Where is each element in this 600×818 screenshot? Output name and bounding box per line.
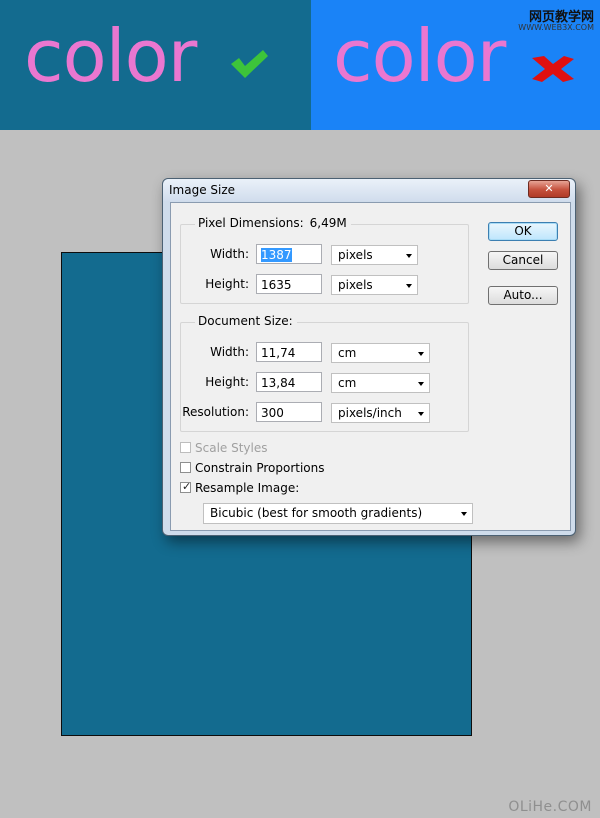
good-example-panel: color [0, 0, 311, 130]
chevron-down-icon [418, 382, 424, 386]
dialog-body: Pixel Dimensions: 6,49M Width: 1387 pixel… [170, 202, 571, 531]
pixel-width-unit: pixels [338, 248, 373, 262]
doc-height-value: 13,84 [261, 376, 296, 390]
site-url: WWW.WEB3X.COM [518, 23, 594, 32]
doc-width-value: 11,74 [261, 346, 296, 360]
doc-width-unit-select[interactable]: cm [331, 343, 430, 363]
document-size-group: Document Size: Width: 11,74 cm Height: 1… [180, 314, 469, 432]
constrain-proportions-label: Constrain Proportions [195, 461, 325, 475]
pixel-dimensions-group: Pixel Dimensions: 6,49M Width: 1387 pixel… [180, 216, 469, 304]
doc-width-label: Width: [210, 345, 249, 359]
dialog-titlebar[interactable]: Image Size ✕ [163, 179, 575, 201]
resolution-unit: pixels/inch [338, 406, 402, 420]
pixel-width-input[interactable]: 1387 [256, 244, 322, 264]
doc-height-unit: cm [338, 376, 357, 390]
header-banner: color color 网页教学网 WWW.WEB3X.COM [0, 0, 600, 130]
pixel-height-unit-select[interactable]: pixels [331, 275, 418, 295]
doc-height-unit-select[interactable]: cm [331, 373, 430, 393]
doc-height-input[interactable]: 13,84 [256, 372, 322, 392]
pixel-width-value: 1387 [261, 248, 292, 262]
close-icon: ✕ [544, 182, 554, 195]
chevron-down-icon [406, 284, 412, 288]
checkmark-icon: ✓ [182, 480, 192, 493]
chevron-down-icon [406, 254, 412, 258]
pixel-height-input[interactable]: 1635 [256, 274, 322, 294]
pixel-width-label: Width: [210, 247, 249, 261]
chevron-down-icon [461, 512, 467, 516]
color-word-good: color [24, 14, 197, 98]
cancel-button[interactable]: Cancel [488, 251, 558, 270]
checkmark-icon [231, 50, 268, 78]
scale-styles-box[interactable] [180, 442, 191, 453]
pixel-dimensions-label: Pixel Dimensions: [198, 216, 304, 230]
pixel-width-unit-select[interactable]: pixels [331, 245, 418, 265]
bad-example-panel: color 网页教学网 WWW.WEB3X.COM [311, 0, 600, 130]
color-word-bad: color [333, 14, 506, 98]
cross-icon [532, 56, 574, 82]
watermark: OLiHe.COM [508, 799, 592, 815]
resolution-value: 300 [261, 406, 284, 420]
auto-button[interactable]: Auto... [488, 286, 558, 305]
resample-image-box[interactable]: ✓ [180, 480, 192, 493]
resample-image-label: Resample Image: [195, 481, 300, 495]
document-size-legend: Document Size: [195, 314, 297, 328]
constrain-proportions-box[interactable] [180, 462, 191, 473]
doc-height-label: Height: [205, 375, 249, 389]
ok-button[interactable]: OK [488, 222, 558, 241]
pixel-height-unit: pixels [338, 278, 373, 292]
scale-styles-label: Scale Styles [195, 441, 268, 455]
dialog-title: Image Size [169, 183, 236, 197]
pixel-height-label: Height: [205, 277, 249, 291]
resolution-unit-select[interactable]: pixels/inch [331, 403, 430, 423]
resolution-input[interactable]: 300 [256, 402, 322, 422]
resolution-label: Resolution: [182, 405, 249, 419]
pixel-dimensions-size: 6,49M [309, 216, 347, 230]
doc-width-unit: cm [338, 346, 357, 360]
pixel-dimensions-legend: Pixel Dimensions: 6,49M [195, 216, 351, 230]
chevron-down-icon [418, 352, 424, 356]
close-button[interactable]: ✕ [528, 180, 570, 198]
doc-width-input[interactable]: 11,74 [256, 342, 322, 362]
resample-method-value: Bicubic (best for smooth gradients) [210, 506, 423, 520]
resample-method-select[interactable]: Bicubic (best for smooth gradients) [203, 503, 473, 524]
chevron-down-icon [418, 412, 424, 416]
pixel-height-value: 1635 [261, 278, 292, 292]
image-size-dialog: Image Size ✕ Pixel Dimensions: 6,49M Widt… [162, 178, 576, 536]
site-logo: 网页教学网 WWW.WEB3X.COM [518, 6, 594, 32]
